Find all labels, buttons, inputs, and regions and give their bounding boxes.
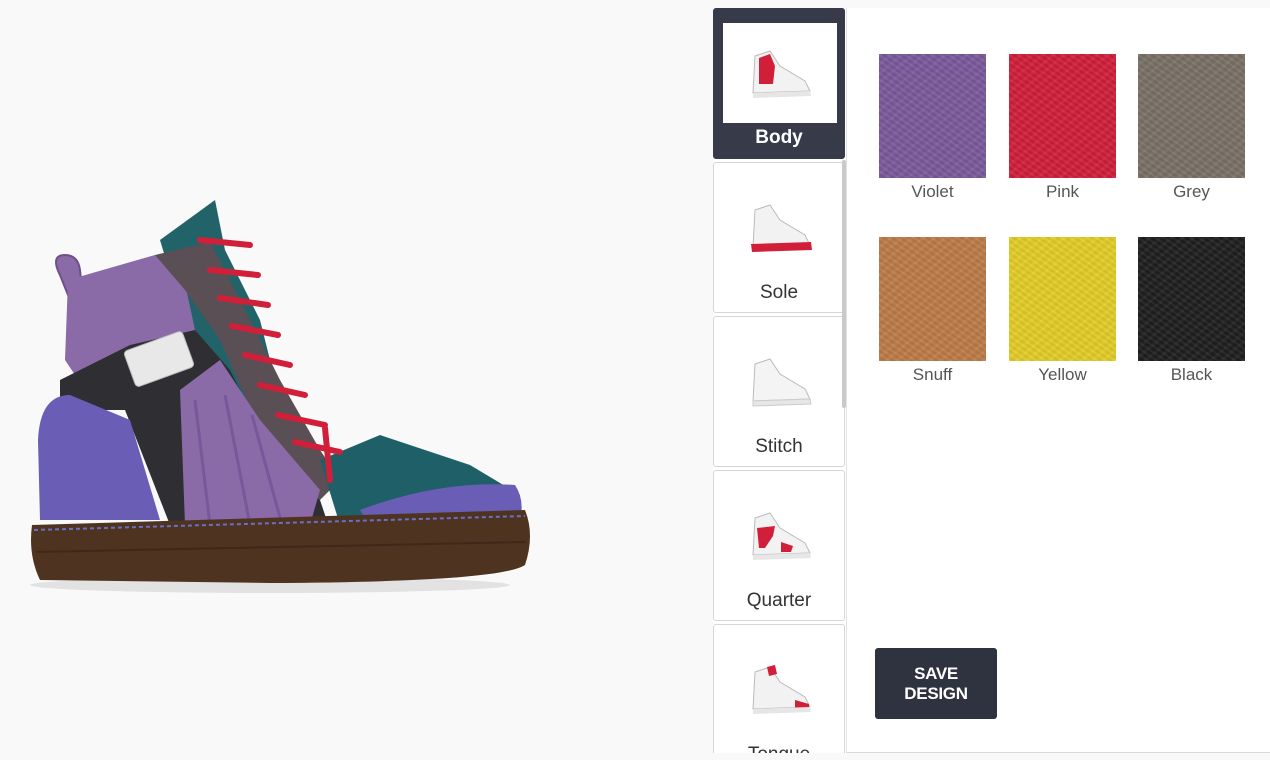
swatch-yellow-chip[interactable] (1009, 237, 1116, 361)
color-panel: Violet Pink Grey Snuff Yellow Black SAVE… (846, 8, 1270, 753)
swatch-black[interactable]: Black (1138, 237, 1245, 385)
swatch-grey-chip[interactable] (1138, 54, 1245, 178)
swatch-pink[interactable]: Pink (1009, 54, 1116, 202)
swatch-snuff[interactable]: Snuff (879, 237, 986, 385)
save-design-button[interactable]: SAVE DESIGN (875, 648, 997, 719)
sole-thumbnail (723, 177, 837, 277)
part-tile-sole[interactable]: Sole (713, 162, 845, 313)
part-label-body: Body (755, 127, 803, 148)
part-label-stitch: Stitch (755, 436, 803, 457)
part-selector: Body Sole Stitch Quarter Tongue (713, 8, 846, 753)
swatch-snuff-label: Snuff (912, 365, 953, 384)
quarter-thumbnail (723, 485, 837, 585)
swatch-violet[interactable]: Violet (879, 54, 986, 202)
part-tile-stitch[interactable]: Stitch (713, 316, 845, 467)
swatch-violet-label: Violet (911, 182, 954, 201)
stitch-thumbnail (723, 331, 837, 431)
tongue-thumbnail (723, 639, 837, 739)
part-label-sole: Sole (759, 282, 799, 303)
swatch-yellow-label: Yellow (1038, 365, 1087, 384)
swatch-black-label: Black (1170, 365, 1213, 384)
swatch-yellow[interactable]: Yellow (1009, 237, 1116, 385)
swatch-pink-chip[interactable] (1009, 54, 1116, 178)
swatch-pink-label: Pink (1045, 182, 1080, 201)
swatch-snuff-chip[interactable] (879, 237, 986, 361)
part-tile-tongue[interactable]: Tongue (713, 624, 845, 753)
swatch-grey-label: Grey (1173, 182, 1210, 201)
part-tile-quarter[interactable]: Quarter (713, 470, 845, 621)
part-tile-body[interactable]: Body (713, 8, 845, 159)
part-label-tongue: Tongue (714, 744, 844, 753)
swatch-black-chip[interactable] (1138, 237, 1245, 361)
shoe-preview (0, 0, 700, 760)
swatch-violet-chip[interactable] (879, 54, 986, 178)
sneaker-image (30, 200, 530, 593)
body-thumbnail (723, 23, 837, 123)
part-label-quarter: Quarter (746, 590, 812, 611)
swatch-grey[interactable]: Grey (1138, 54, 1245, 202)
